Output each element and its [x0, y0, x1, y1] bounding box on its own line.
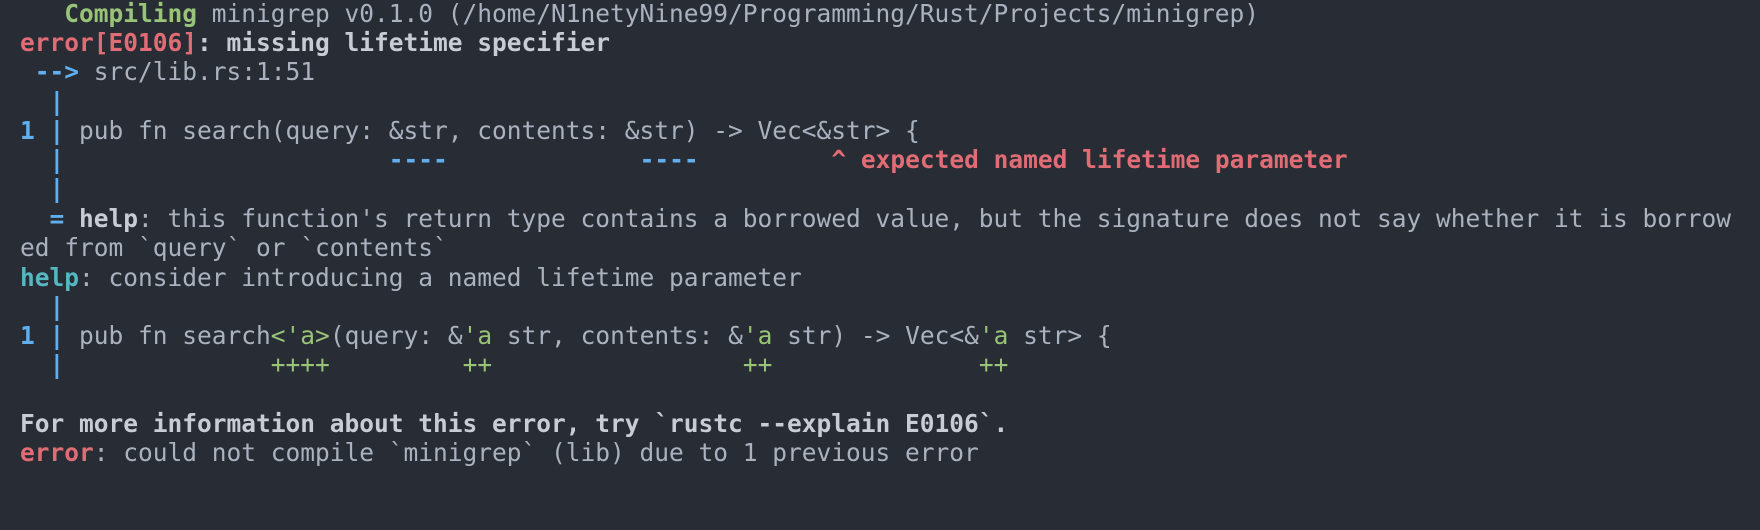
underline-dash: ---- [639, 145, 699, 174]
gutter-pipe: | [20, 292, 65, 321]
suggested-code: str, contents: & [492, 321, 743, 350]
help-note-text-wrap: ed from `query` or `contents` [20, 233, 448, 262]
help-suggestion-text: : consider introducing a named lifetime … [79, 263, 802, 292]
line-number: 1 [20, 321, 35, 350]
underline-gap [699, 145, 832, 174]
added-gap [492, 350, 743, 379]
underline-gap [64, 145, 389, 174]
underline-pipe: | [20, 145, 65, 174]
help-note-line-wrap: ed from `query` or `contents` [20, 231, 448, 264]
added-gap [330, 350, 463, 379]
underline-gap [448, 145, 640, 174]
suggested-code: str> { [1008, 321, 1112, 350]
suggested-lifetime: 'a [462, 321, 493, 350]
error-code-label: error[E0106] [20, 28, 198, 57]
added-pipe: | [20, 350, 65, 379]
final-error-line: error: could not compile `minigrep` (lib… [20, 436, 979, 469]
added-gap [772, 350, 979, 379]
final-error-label: error [20, 438, 94, 467]
underline-label: ^ expected named lifetime parameter [831, 145, 1348, 174]
more-info-text: For more information about this error, t… [20, 409, 1009, 438]
added-markers-line: | ++++ ++ ++ ++ [20, 348, 1009, 381]
arrow-icon: --> [20, 57, 80, 86]
source-code: pub fn search(query: &str, contents: &st… [79, 116, 920, 145]
help-note-label: help [79, 204, 139, 233]
line-number: 1 [20, 116, 35, 145]
suggested-lifetime: 'a [978, 321, 1009, 350]
added-marker: ++ [742, 350, 773, 379]
suggested-lifetime: <'a> [270, 321, 330, 350]
error-message: : missing lifetime specifier [197, 28, 611, 57]
added-marker: ++++ [270, 350, 330, 379]
compile-status: Compiling [64, 0, 198, 28]
terminal-window[interactable]: Compiling minigrep v0.1.0 (/home/N1netyN… [0, 0, 1760, 530]
underline-line: | ---- ---- ^ expected named lifetime pa… [20, 143, 1348, 176]
final-error-text: : could not compile `minigrep` (lib) due… [93, 438, 979, 467]
compile-indent [20, 0, 64, 28]
suggested-code: (query: & [329, 321, 463, 350]
added-gap [64, 350, 271, 379]
suggested-lifetime: 'a [742, 321, 773, 350]
help-note-text: : this function's return type contains a… [138, 204, 1732, 233]
source-pipe: | [34, 116, 80, 145]
added-marker: ++ [462, 350, 493, 379]
error-location: src/lib.rs:1:51 [79, 57, 316, 86]
help-note-eq: = [20, 204, 80, 233]
help-suggestion-line: help: consider introducing a named lifet… [20, 261, 802, 294]
suggested-code: str) -> Vec<& [772, 321, 979, 350]
compile-message: minigrep v0.1.0 (/home/N1netyNine99/Prog… [197, 0, 1260, 28]
suggested-code: pub fn search [79, 321, 271, 350]
source-pipe: | [34, 321, 80, 350]
underline-dash: ---- [388, 145, 448, 174]
gutter-line: | [20, 172, 65, 205]
error-location-line: --> src/lib.rs:1:51 [20, 55, 315, 88]
gutter-pipe: | [20, 87, 65, 116]
added-marker: ++ [978, 350, 1009, 379]
gutter-pipe: | [20, 174, 65, 203]
help-suggestion-label: help [20, 263, 80, 292]
